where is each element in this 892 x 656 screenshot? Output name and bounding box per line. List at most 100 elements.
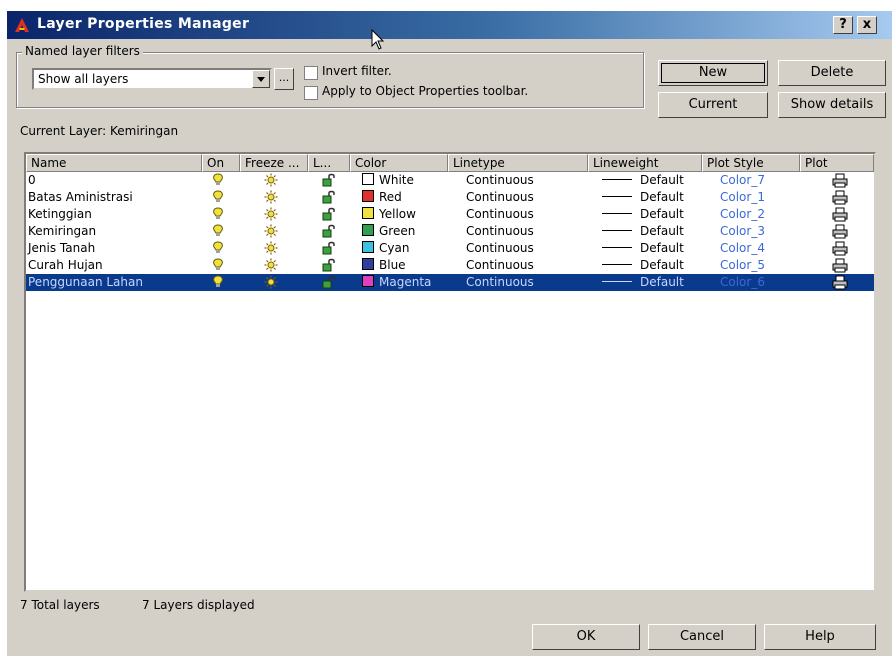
- layer-plot-printer-icon[interactable]: [832, 275, 848, 294]
- layer-color[interactable]: White: [362, 173, 414, 188]
- color-swatch: [362, 241, 374, 253]
- layer-linetype[interactable]: Continuous: [466, 258, 534, 273]
- layer-name[interactable]: Kemiringan: [28, 224, 96, 239]
- layer-name[interactable]: Batas Aministrasi: [28, 190, 133, 205]
- layer-row[interactable]: Batas Aministrasi Red Continuous Default Col…: [26, 189, 874, 206]
- color-name: Magenta: [379, 275, 432, 289]
- layer-list[interactable]: Name On Freeze ... L... Color Linetype L…: [24, 152, 876, 592]
- displayed-layers-status: 7 Layers displayed: [142, 598, 255, 612]
- cancel-button[interactable]: Cancel: [648, 624, 756, 650]
- lineweight-sample: [602, 196, 632, 197]
- lineweight-value: Default: [640, 275, 684, 289]
- layer-linetype[interactable]: Continuous: [466, 241, 534, 256]
- mouse-pointer-icon: [371, 29, 385, 50]
- apply-toolbar-box[interactable]: [304, 86, 318, 100]
- layer-name[interactable]: Ketinggian: [28, 207, 92, 222]
- column-header-plot-style[interactable]: Plot Style: [702, 154, 800, 172]
- color-name: Yellow: [379, 207, 416, 221]
- column-header-lineweight[interactable]: Lineweight: [588, 154, 702, 172]
- lineweight-value: Default: [640, 224, 684, 238]
- layer-color[interactable]: Red: [362, 190, 402, 205]
- invert-filter-label: Invert filter.: [322, 64, 392, 78]
- filter-dialog-button[interactable]: ...: [274, 68, 294, 90]
- layer-plot-style[interactable]: Color_4: [720, 241, 765, 256]
- layer-color[interactable]: Magenta: [362, 275, 431, 290]
- layer-plot-style[interactable]: Color_5: [720, 258, 765, 273]
- layer-row[interactable]: 0 White Continuous Default Color_7: [26, 172, 874, 189]
- close-title-button[interactable]: x: [857, 16, 877, 34]
- layer-row[interactable]: Kemiringan Green Continuous Default Color_3: [26, 223, 874, 240]
- layer-plot-style[interactable]: Color_1: [720, 190, 765, 205]
- help-button[interactable]: Help: [764, 624, 876, 650]
- column-header-freeze[interactable]: Freeze ...: [240, 154, 308, 172]
- layer-linetype[interactable]: Continuous: [466, 224, 534, 239]
- column-header-on[interactable]: On: [202, 154, 240, 172]
- layer-color[interactable]: Cyan: [362, 241, 409, 256]
- show-details-button[interactable]: Show details: [778, 92, 886, 118]
- layer-color[interactable]: Yellow: [362, 207, 416, 222]
- column-header-linetype[interactable]: Linetype: [448, 154, 588, 172]
- layer-lineweight[interactable]: Default: [602, 224, 684, 239]
- layer-filter-select[interactable]: Show all layers: [32, 68, 272, 90]
- lineweight-value: Default: [640, 173, 684, 187]
- layer-lineweight[interactable]: Default: [602, 258, 684, 273]
- lineweight-sample: [602, 247, 632, 248]
- lineweight-sample: [602, 179, 632, 180]
- color-swatch: [362, 207, 374, 219]
- lineweight-value: Default: [640, 207, 684, 221]
- named-layer-filters-label: Named layer filters: [22, 44, 143, 58]
- layer-unlocked-icon[interactable]: [322, 275, 336, 293]
- layer-lineweight[interactable]: Default: [602, 241, 684, 256]
- layer-name[interactable]: 0: [28, 173, 36, 188]
- color-swatch: [362, 275, 374, 287]
- column-header-color[interactable]: Color: [350, 154, 448, 172]
- column-header-plot[interactable]: Plot: [800, 154, 874, 172]
- layer-color[interactable]: Blue: [362, 258, 406, 273]
- layer-lineweight[interactable]: Default: [602, 275, 684, 290]
- color-name: Cyan: [379, 241, 410, 255]
- lineweight-sample: [602, 213, 632, 214]
- help-title-button[interactable]: ?: [833, 16, 853, 34]
- layer-filter-value: Show all layers: [38, 72, 129, 86]
- dropdown-arrow-icon[interactable]: [252, 70, 270, 88]
- layer-name[interactable]: Penggunaan Lahan: [28, 275, 143, 290]
- layer-name[interactable]: Jenis Tanah: [28, 241, 95, 256]
- layer-linetype[interactable]: Continuous: [466, 207, 534, 222]
- layer-plot-style[interactable]: Color_7: [720, 173, 765, 188]
- layer-plot-style[interactable]: Color_3: [720, 224, 765, 239]
- color-swatch: [362, 258, 374, 270]
- layer-linetype[interactable]: Continuous: [466, 190, 534, 205]
- layer-row[interactable]: Jenis Tanah Cyan Continuous Default Color_4: [26, 240, 874, 257]
- new-button[interactable]: New: [658, 60, 768, 86]
- color-swatch: [362, 173, 374, 185]
- layer-row[interactable]: Penggunaan Lahan Magenta Continuous Default…: [26, 274, 874, 291]
- color-swatch: [362, 190, 374, 202]
- invert-filter-box[interactable]: [304, 66, 318, 80]
- layer-row[interactable]: Curah Hujan Blue Continuous Default Color_5: [26, 257, 874, 274]
- ok-button[interactable]: OK: [532, 624, 640, 650]
- layer-lineweight[interactable]: Default: [602, 207, 684, 222]
- column-header-name[interactable]: Name: [26, 154, 202, 172]
- color-name: Red: [379, 190, 402, 204]
- current-layer-label: Current Layer: Kemiringan: [20, 124, 179, 138]
- lineweight-sample: [602, 281, 632, 282]
- layer-freeze-sun-icon[interactable]: [264, 275, 278, 293]
- layer-row[interactable]: Ketinggian Yellow Continuous Default Color_2: [26, 206, 874, 223]
- delete-button[interactable]: Delete: [778, 60, 886, 86]
- layer-on-bulb-icon[interactable]: [212, 275, 224, 293]
- current-button[interactable]: Current: [658, 92, 768, 118]
- layer-plot-style[interactable]: Color_6: [720, 275, 765, 290]
- title-bar[interactable]: Layer Properties Manager ? x: [7, 11, 892, 39]
- layer-linetype[interactable]: Continuous: [466, 173, 534, 188]
- layer-color[interactable]: Green: [362, 224, 415, 239]
- color-name: Green: [379, 224, 416, 238]
- total-layers-status: 7 Total layers: [20, 598, 100, 612]
- layer-linetype[interactable]: Continuous: [466, 275, 534, 290]
- layer-plot-style[interactable]: Color_2: [720, 207, 765, 222]
- layer-lineweight[interactable]: Default: [602, 190, 684, 205]
- lineweight-sample: [602, 230, 632, 231]
- column-header-lock[interactable]: L...: [308, 154, 350, 172]
- layer-name[interactable]: Curah Hujan: [28, 258, 103, 273]
- lineweight-sample: [602, 264, 632, 265]
- layer-lineweight[interactable]: Default: [602, 173, 684, 188]
